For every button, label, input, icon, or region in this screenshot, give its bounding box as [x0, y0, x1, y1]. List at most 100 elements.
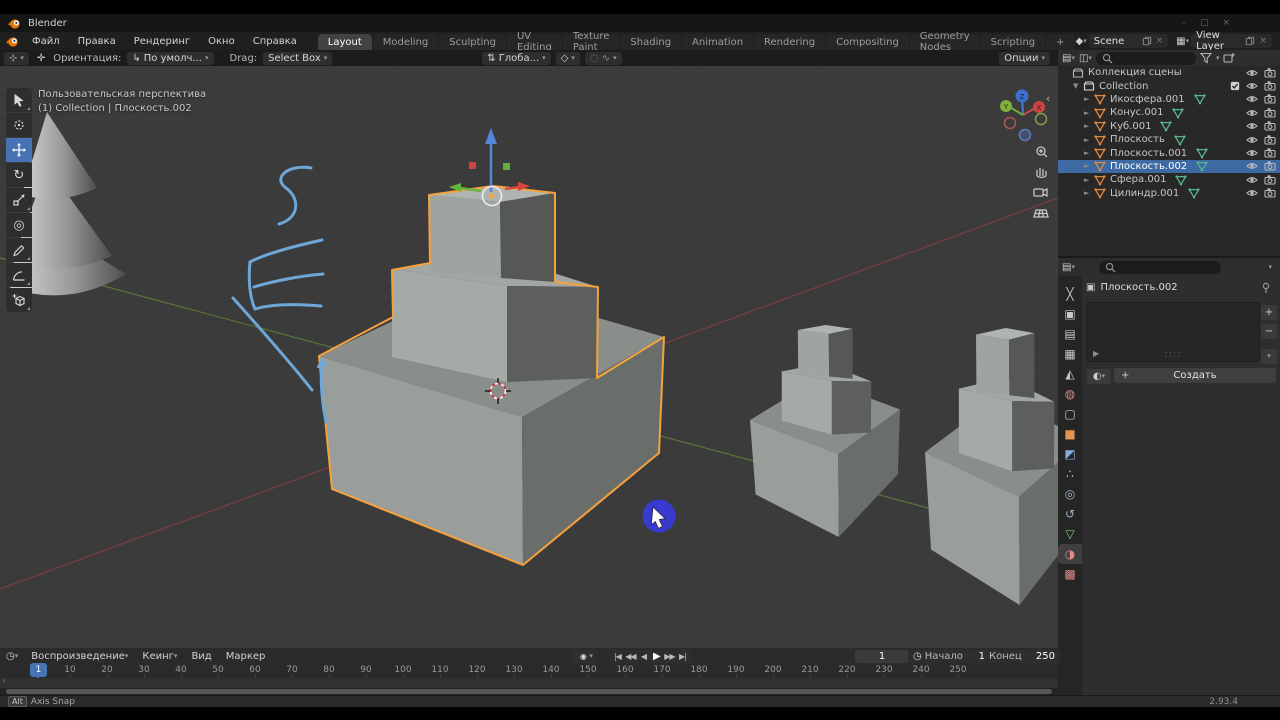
hide-eye-icon[interactable]	[1246, 80, 1258, 92]
remove-slot-button[interactable]: −	[1260, 323, 1278, 340]
tool-select-box-button[interactable]	[6, 88, 32, 112]
resize-grip[interactable]: ::::	[1164, 349, 1181, 360]
transport-jump-end-button[interactable]: ▶|	[676, 650, 689, 663]
properties-tab-render[interactable]: ▣	[1058, 304, 1082, 324]
properties-tab-texture[interactable]: ▩	[1058, 564, 1082, 584]
filter-type-icon[interactable]: ◫ ▾	[1079, 53, 1092, 64]
material-slots-list[interactable]: ▶ ::::	[1086, 302, 1260, 362]
disclosure-icon[interactable]: ►	[1084, 122, 1094, 130]
browse-material-button[interactable]: ◐ ▾	[1086, 368, 1112, 385]
drag-dropdown[interactable]: Select Box ▾	[263, 51, 333, 65]
disclosure-icon[interactable]: ►	[1084, 95, 1094, 103]
properties-tab-object-properties[interactable]: ■	[1058, 424, 1082, 444]
frame-end-field[interactable]: Конец 250	[984, 649, 1060, 663]
tool-annotate-button[interactable]	[6, 238, 32, 262]
properties-tab-object[interactable]: ▢	[1058, 404, 1082, 424]
hide-eye-icon[interactable]	[1246, 134, 1258, 146]
disable-render-icon[interactable]	[1264, 187, 1276, 199]
disclosure-icon[interactable]: ►	[1084, 162, 1094, 170]
timeline-expand-chevron[interactable]: ›	[2, 676, 5, 685]
workspace-tab-compositing[interactable]: Compositing	[826, 34, 909, 50]
scene-selector[interactable]: Scene ×	[1088, 34, 1169, 48]
outliner-row-Куб.001[interactable]: ► Куб.001	[1058, 120, 1280, 133]
properties-tab-modifiers[interactable]: ◩	[1058, 444, 1082, 464]
record-dropdown[interactable]: ▾	[589, 652, 593, 660]
disclosure-icon[interactable]: ▼	[1073, 82, 1083, 90]
disclosure-icon[interactable]: ►	[1084, 136, 1094, 144]
hide-eye-icon[interactable]	[1246, 120, 1258, 132]
proportional-editing-toggle[interactable]: ◌ ∿ ▾	[584, 51, 622, 65]
outliner-row-Плоскость.001[interactable]: ► Плоскость.001	[1058, 146, 1280, 159]
tool-measure-button[interactable]	[6, 263, 32, 287]
current-frame-field[interactable]: 1	[855, 649, 909, 663]
transform-orientation-dropdown[interactable]: ⇅ Глоба... ▾	[482, 51, 551, 65]
copy-icon[interactable]	[1142, 36, 1152, 46]
outliner-row-Конус.001[interactable]: ► Конус.001	[1058, 106, 1280, 119]
outliner-row-Плоскость[interactable]: ► Плоскость	[1058, 133, 1280, 146]
workspace-tab-geometry-nodes[interactable]: Geometry Nodes	[909, 31, 980, 53]
copy-icon[interactable]	[1245, 36, 1255, 46]
timeline-menu-Вид[interactable]: Вид	[184, 647, 218, 665]
disable-render-icon[interactable]	[1264, 93, 1276, 105]
blender-menu-icon[interactable]	[6, 35, 19, 48]
view-layer-selector[interactable]: View Layer ×	[1191, 30, 1272, 52]
pin-icon[interactable]	[1260, 282, 1272, 294]
workspace-tab-texture-paint[interactable]: Texture Paint	[562, 31, 620, 53]
menu-Правка[interactable]: Правка	[69, 32, 125, 50]
scrollbar-thumb[interactable]	[6, 689, 1052, 694]
properties-tab-constraints[interactable]: ↺	[1058, 504, 1082, 524]
workspace-tab-shading[interactable]: Shading	[620, 34, 682, 50]
options-button[interactable]: Опции ▾	[999, 51, 1050, 65]
hide-eye-icon[interactable]	[1246, 67, 1258, 79]
current-frame-badge[interactable]: 1	[30, 663, 47, 677]
menu-Справка[interactable]: Справка	[244, 32, 306, 50]
add-slot-button[interactable]: +	[1260, 304, 1278, 321]
disable-render-icon[interactable]	[1264, 107, 1276, 119]
orientation-dropdown[interactable]: ↳ По умолч... ▾	[127, 51, 214, 65]
tool-transform-button[interactable]: ◎	[6, 213, 32, 237]
snap-toggle[interactable]: ◇ ▾	[555, 51, 580, 65]
tool-move-button[interactable]	[6, 138, 32, 162]
menu-Файл[interactable]: Файл	[23, 32, 69, 50]
disable-render-icon[interactable]	[1264, 174, 1276, 186]
workspace-tab-scripting[interactable]: Scripting	[980, 34, 1046, 50]
outliner-row-Икосфера.001[interactable]: ► Икосфера.001	[1058, 93, 1280, 106]
scene-icon[interactable]: ◆ ▾	[1076, 36, 1087, 47]
tool-scale-button[interactable]	[6, 188, 32, 212]
transport-play-button[interactable]: ▶	[650, 650, 663, 663]
disclosure-icon[interactable]: ►	[1084, 189, 1094, 197]
properties-tab-particles[interactable]: ∴	[1058, 464, 1082, 484]
disable-render-icon[interactable]	[1264, 147, 1276, 159]
hide-eye-icon[interactable]	[1246, 160, 1258, 172]
outliner-row-Коллекция сцены[interactable]: Коллекция сцены	[1058, 66, 1280, 79]
disable-render-icon[interactable]	[1264, 160, 1276, 172]
timeline-menu-Кеинг[interactable]: Кеинг ▾	[135, 647, 184, 665]
outliner-row-Collection[interactable]: ▼ Collection	[1058, 79, 1280, 92]
timeline-track[interactable]: ›	[0, 676, 1058, 688]
close-icon[interactable]: ×	[1156, 36, 1164, 46]
close-icon[interactable]: ×	[1259, 36, 1267, 46]
transport-play-reverse-button[interactable]: ◀	[637, 650, 650, 663]
display-mode-icon[interactable]: ▤ ▾	[1062, 53, 1075, 64]
new-collection-icon[interactable]	[1223, 52, 1236, 64]
disclosure-icon[interactable]: ►	[1084, 149, 1094, 157]
add-workspace-button[interactable]: +	[1046, 34, 1075, 50]
disclosure-icon[interactable]: ►	[1084, 176, 1094, 184]
filter-funnel-icon[interactable]	[1199, 52, 1212, 64]
properties-tab-output[interactable]: ▤	[1058, 324, 1082, 344]
properties-tab-object-data[interactable]: ▽	[1058, 524, 1082, 544]
frame-start-field[interactable]: ◷ Начало 1	[908, 649, 990, 663]
menu-Окно[interactable]: Окно	[199, 32, 244, 50]
workspace-tab-rendering[interactable]: Rendering	[754, 34, 826, 50]
disable-render-icon[interactable]	[1264, 134, 1276, 146]
hide-eye-icon[interactable]	[1246, 93, 1258, 105]
hide-eye-icon[interactable]	[1246, 147, 1258, 159]
tool-rotate-button[interactable]: ↻	[6, 163, 32, 187]
properties-tab-physics[interactable]: ◎	[1058, 484, 1082, 504]
transport-jump-start-button[interactable]: |◀	[611, 650, 624, 663]
slot-specials-button[interactable]: ▾	[1260, 348, 1278, 365]
sidebar-toggle-icon[interactable]: ‹	[1046, 92, 1050, 105]
disable-render-icon[interactable]	[1264, 67, 1276, 79]
exclude-checkbox[interactable]	[1230, 81, 1240, 91]
timeline-scrollbar[interactable]	[0, 688, 1058, 695]
